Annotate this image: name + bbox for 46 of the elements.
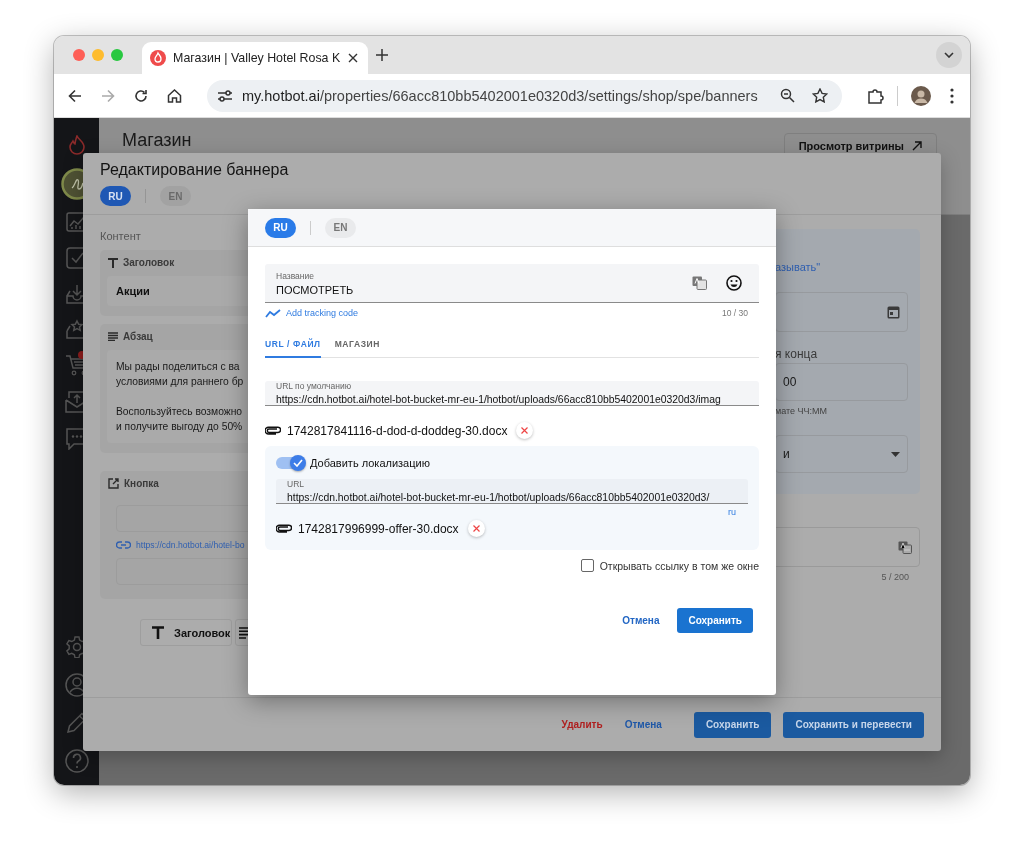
tab[interactable]: URL / ФАЙЛ: [265, 336, 321, 358]
tracking-link[interactable]: Add tracking code: [265, 308, 359, 318]
button-link[interactable]: https://cdn.hotbot.ai/hotel-bo: [136, 540, 245, 550]
save-button[interactable]: Сохранить: [693, 711, 772, 738]
locale-label: ru: [728, 507, 736, 517]
character-counter: 5 / 200: [881, 572, 909, 582]
field-value: https://cdn.hotbot.ai/hotel-bot-bucket-mr-eu-1/hotbot/uploads/66acc810bb5402001e0320d3/: [287, 492, 711, 503]
paragraph-line: Воспользуйтесь возможно: [116, 405, 243, 419]
tab-title: Магазин | Valley Hotel Rosa K: [173, 51, 341, 65]
url-field[interactable]: URL по умолчанию https://cdn.hotbot.ai/hotel-bot-bucket-mr-eu-1/hotbot/uploads/66acc810bb5402001e0320d3/imag: [265, 381, 759, 406]
language-tab[interactable]: RU: [100, 186, 131, 206]
field-hint: мате ЧЧ:ММ: [775, 406, 828, 416]
save-button[interactable]: Сохранить: [677, 608, 753, 633]
paragraph-line: и получите выгоду до 50%: [116, 420, 243, 434]
page-title: Магазин: [122, 130, 192, 151]
url-field[interactable]: URL https://cdn.hotbot.ai/hotel-bot-bucket-mr-eu-1/hotbot/uploads/66acc810bb5402001e0320d3/: [276, 479, 748, 504]
language-tab[interactable]: EN: [325, 217, 356, 238]
character-counter: 10 / 30: [722, 308, 748, 318]
field-value: https://cdn.hotbot.ai/hotel-bot-bucket-mr-eu-1/hotbot/uploads/66acc810bb5402001e0320d3/imag: [276, 394, 722, 405]
field-label: я конца: [775, 347, 819, 361]
field-label: URL по умолчанию: [276, 381, 353, 391]
add-block-button[interactable]: Заголовок: [140, 619, 232, 646]
save-and-translate-button[interactable]: Сохранить и перевести: [783, 711, 924, 738]
paragraph-line: условиями для раннего бр: [116, 375, 244, 389]
delete-button[interactable]: Удалить: [550, 711, 614, 738]
attachment-name: 1742817841116-d-dod-d-doddeg-30.docx: [287, 423, 508, 438]
cancel-button[interactable]: Отмена: [611, 607, 671, 634]
address-bar[interactable]: my.hotbot.ai/properties/66acc810bb5402001e0320d3/settings/shop/spe/banners: [207, 79, 842, 112]
block-label: Заголовок: [123, 257, 175, 268]
settings-link[interactable]: азывать": [775, 261, 908, 273]
toggle-label: Добавить локализацию: [310, 457, 430, 469]
browser-tab[interactable]: Магазин | Valley Hotel Rosa K: [142, 42, 368, 74]
field-value: ПОСМОТРЕТЬ: [276, 283, 355, 296]
paragraph-line: Мы рады поделиться с ва: [116, 360, 240, 374]
tab[interactable]: МАГАЗИН: [334, 336, 381, 358]
attachment-name: 1742817996999-offer-30.docx: [298, 521, 459, 536]
checkbox-label: Открывать ссылку в том же окне: [599, 559, 759, 572]
block-label: Кнопка: [124, 478, 159, 489]
cancel-button[interactable]: Отмена: [613, 711, 673, 738]
language-tab[interactable]: RU: [265, 217, 296, 238]
dialog-title: Редактирование баннера: [100, 161, 290, 179]
block-label: Абзац: [123, 331, 153, 342]
name-field[interactable]: Название ПОСМОТРЕТЬ: [265, 264, 759, 303]
field-label: URL: [287, 479, 305, 489]
section-label: Контент: [100, 230, 142, 242]
url-text: my.hotbot.ai/properties/66acc810bb5402001e0320d3/settings/shop/spe/banners: [242, 87, 759, 104]
